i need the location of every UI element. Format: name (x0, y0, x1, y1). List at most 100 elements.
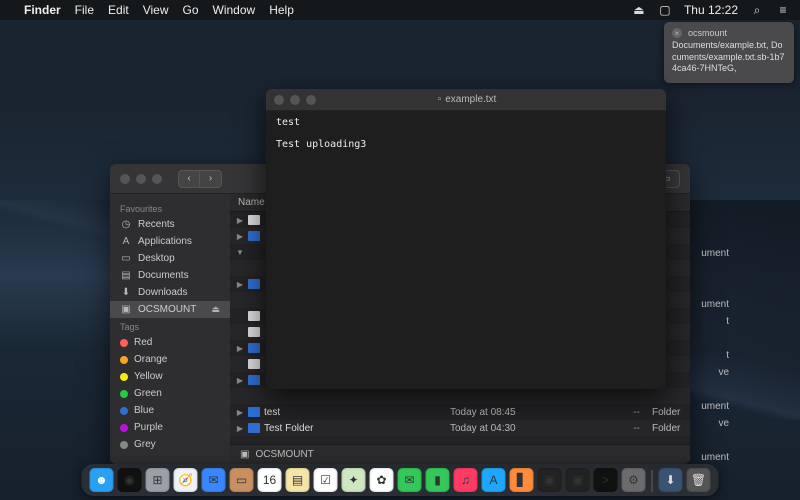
sidebar-tag-red[interactable]: Red (110, 334, 230, 351)
dock-reminders[interactable]: ☑ (314, 468, 338, 492)
minimize-button[interactable] (290, 95, 300, 105)
sidebar-tag-grey[interactable]: Grey (110, 436, 230, 453)
dock-game2[interactable]: ▣ (566, 468, 590, 492)
tag-label: Purple (134, 422, 163, 433)
dock-downloads[interactable]: ⬇ (659, 468, 683, 492)
menu-window[interactable]: Window (213, 3, 256, 17)
tag-dot-icon (120, 390, 128, 398)
text-editor-window: ▫ example.txt test Test uploading3 (266, 89, 666, 389)
sidebar-item-downloads[interactable]: ⬇Downloads (110, 284, 230, 301)
sidebar-tag-green[interactable]: Green (110, 385, 230, 402)
dock-trash[interactable]: 🗑 (687, 468, 711, 492)
dock-calendar[interactable]: 16 (258, 468, 282, 492)
dock-appstore[interactable]: A (482, 468, 506, 492)
dock-launchpad[interactable]: ⊞ (146, 468, 170, 492)
editor-titlebar[interactable]: ▫ example.txt (266, 89, 666, 111)
sidebar-tag-yellow[interactable]: Yellow (110, 368, 230, 385)
disclosure-icon[interactable]: ▶ (236, 280, 244, 289)
path-label: OCSMOUNT (255, 449, 313, 460)
tag-label: Orange (134, 354, 167, 365)
zoom-button[interactable] (152, 174, 162, 184)
dock-preferences[interactable]: ⚙ (622, 468, 646, 492)
zoom-button[interactable] (306, 95, 316, 105)
kind-fragment (675, 381, 735, 398)
dock-safari[interactable]: 🧭 (174, 468, 198, 492)
file-icon (248, 215, 260, 225)
dock-mail[interactable]: ✉ (202, 468, 226, 492)
kind-fragment: ument (675, 245, 735, 262)
sidebar-tag-blue[interactable]: Blue (110, 402, 230, 419)
kind-fragment: ument (675, 398, 735, 415)
close-button[interactable] (274, 95, 284, 105)
sidebar-tag-purple[interactable]: Purple (110, 419, 230, 436)
sidebar-item-documents[interactable]: ▤Documents (110, 267, 230, 284)
sidebar-item-desktop[interactable]: ▭Desktop (110, 250, 230, 267)
disclosure-icon[interactable]: ▶ (236, 216, 244, 225)
dock-finder[interactable]: ☻ (90, 468, 114, 492)
apps-icon: A (120, 236, 132, 247)
spotlight-icon[interactable]: ⌕ (750, 3, 764, 18)
forward-button[interactable]: › (200, 170, 222, 188)
eject-icon[interactable]: ⏏ (211, 304, 220, 315)
kind-fragment (675, 228, 735, 245)
folder-icon (248, 375, 260, 385)
sidebar-item-label: Recents (138, 219, 175, 230)
dock-books[interactable]: ▋ (510, 468, 534, 492)
menu-view[interactable]: View (143, 3, 169, 17)
disclosure-icon[interactable]: ▶ (236, 232, 244, 241)
kind-fragment: ve (675, 364, 735, 381)
app-menu[interactable]: Finder (24, 3, 61, 17)
file-icon (248, 311, 260, 321)
menu-file[interactable]: File (75, 3, 94, 17)
disclosure-icon[interactable]: ▶ (236, 424, 244, 433)
dock-terminal[interactable]: > (594, 468, 618, 492)
table-row[interactable]: ▶testToday at 08:45--Folder (230, 404, 690, 420)
document-icon: ▫ (438, 94, 442, 105)
disclosure-icon[interactable]: ▶ (236, 344, 244, 353)
dock-siri[interactable]: ◉ (118, 468, 142, 492)
tag-label: Yellow (134, 371, 163, 382)
tag-dot-icon (120, 441, 128, 449)
dock-facetime[interactable]: ▮ (426, 468, 450, 492)
table-row[interactable] (230, 388, 690, 404)
volume-icon[interactable]: ⏏ (632, 3, 646, 17)
dock-maps[interactable]: ✦ (342, 468, 366, 492)
dock-photos[interactable]: ✿ (370, 468, 394, 492)
menu-help[interactable]: Help (269, 3, 294, 17)
notification[interactable]: × ocsmount Documents/example.txt, Docume… (664, 22, 794, 83)
airplay-icon[interactable]: ▢ (658, 3, 672, 17)
menu-go[interactable]: Go (183, 3, 199, 17)
kind-fragment (675, 330, 735, 347)
minimize-button[interactable] (136, 174, 146, 184)
kind-fragment: t (675, 347, 735, 364)
dock-game[interactable]: ▣ (538, 468, 562, 492)
notifications-icon[interactable]: ≡ (776, 3, 790, 17)
back-button[interactable]: ‹ (178, 170, 200, 188)
docs-icon: ▤ (120, 270, 132, 281)
sidebar-item-ocsmount[interactable]: ▣OCSMOUNT⏏ (110, 301, 230, 318)
dock-contacts[interactable]: ▭ (230, 468, 254, 492)
kind-fragment (675, 211, 735, 228)
dock-messages[interactable]: ✉ (398, 468, 422, 492)
sidebar-tag-orange[interactable]: Orange (110, 351, 230, 368)
sidebar-item-applications[interactable]: AApplications (110, 233, 230, 250)
close-icon[interactable]: × (672, 28, 682, 38)
editor-content[interactable]: test Test uploading3 (266, 111, 666, 389)
disclosure-icon[interactable]: ▼ (236, 248, 244, 257)
folder-icon (248, 279, 260, 289)
close-button[interactable] (120, 174, 130, 184)
menubar: Finder File Edit View Go Window Help ⏏ ▢… (0, 0, 800, 20)
disclosure-icon[interactable]: ▶ (236, 376, 244, 385)
clock[interactable]: Thu 12:22 (684, 3, 738, 17)
dock-notes[interactable]: ▤ (286, 468, 310, 492)
row-size: -- (600, 423, 640, 434)
dock-itunes[interactable]: ♫ (454, 468, 478, 492)
table-row[interactable]: ▶Test FolderToday at 04:30--Folder (230, 420, 690, 436)
sidebar-item-recents[interactable]: ◷Recents (110, 216, 230, 233)
menu-edit[interactable]: Edit (108, 3, 129, 17)
path-bar[interactable]: ▣ OCSMOUNT (230, 444, 690, 464)
traffic-lights (120, 174, 162, 184)
folder-icon (248, 343, 260, 353)
disk-icon: ▣ (240, 449, 249, 460)
disclosure-icon[interactable]: ▶ (236, 408, 244, 417)
